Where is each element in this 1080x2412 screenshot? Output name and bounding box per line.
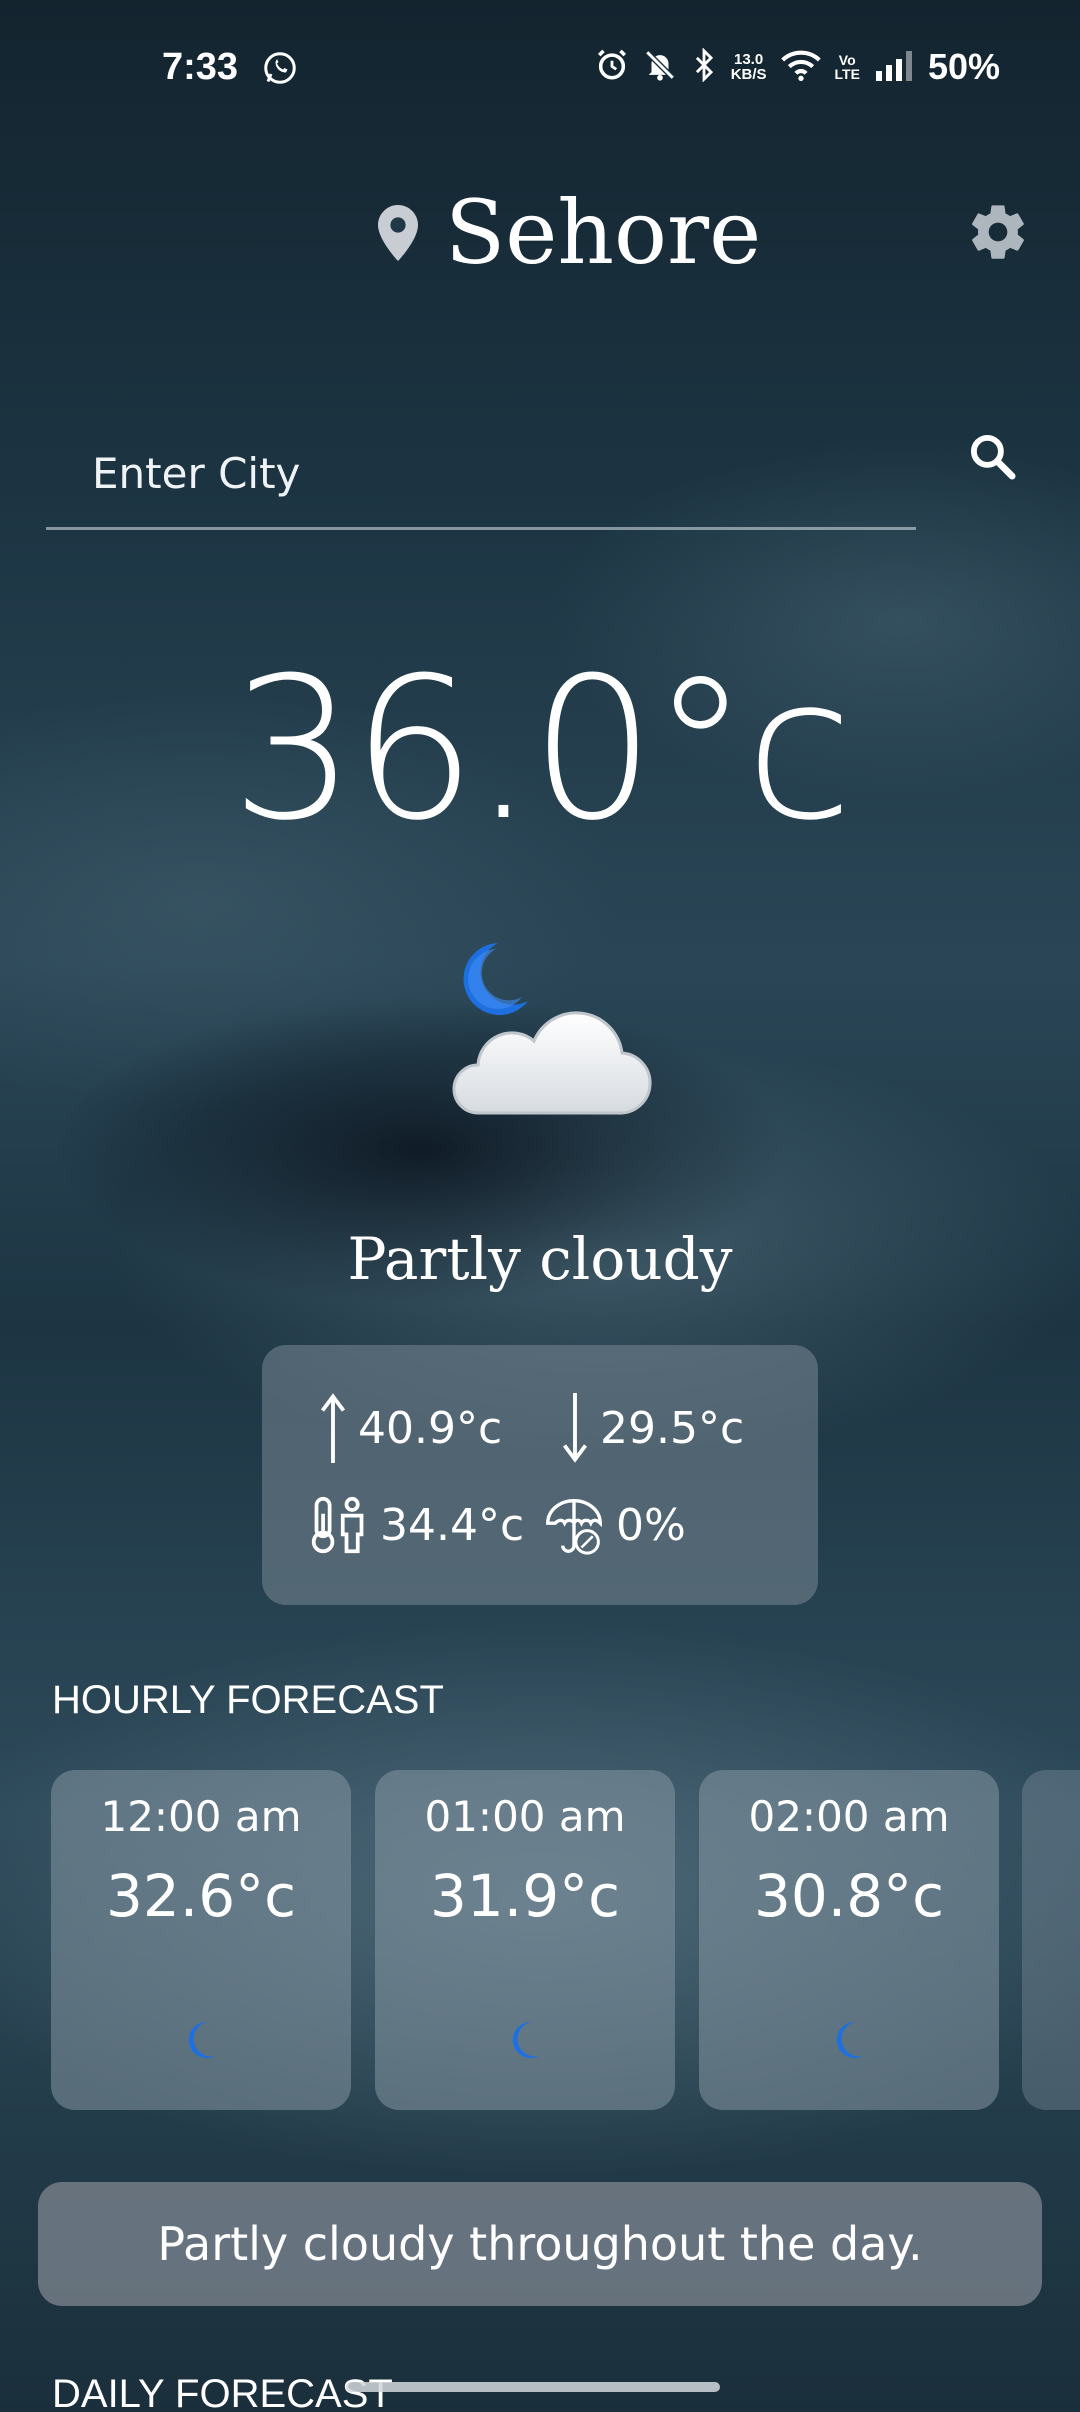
- precipitation-value: 0%: [616, 1499, 686, 1551]
- moon-icon: [836, 2021, 863, 2058]
- high-temp-value: 40.9°c: [358, 1402, 503, 1454]
- high-temp: 40.9°c: [320, 1393, 502, 1463]
- hourly-card-partial[interactable]: [1022, 1770, 1080, 2110]
- network-speed: 13.0 KB/S: [731, 52, 767, 82]
- daily-summary-banner: Partly cloudy throughout the day.: [38, 2182, 1042, 2306]
- search-button[interactable]: [966, 430, 1020, 484]
- hour-time: 02:00 am: [748, 1792, 950, 1841]
- hour-time: 01:00 am: [424, 1792, 626, 1841]
- search-icon: [970, 434, 1016, 480]
- weather-details-card: 40.9°c 29.5°c 34.4°c 0%: [262, 1345, 818, 1605]
- moon-icon: [512, 2021, 539, 2058]
- hour-temp: 30.8°c: [753, 1862, 945, 1930]
- arrow-up-icon: [320, 1393, 346, 1463]
- low-temp-value: 29.5°c: [600, 1402, 745, 1454]
- current-temperature: 36.0°c: [230, 636, 853, 864]
- volte-indicator: Vo LTE: [835, 53, 860, 81]
- alarm-icon: [595, 48, 629, 86]
- low-temp: 29.5°c: [562, 1393, 744, 1463]
- signal-icon: [874, 49, 914, 85]
- status-time: 7:33: [162, 46, 239, 88]
- feels-like: 34.4°c: [310, 1495, 524, 1555]
- home-indicator[interactable]: [346, 2382, 720, 2392]
- moon-icon: [188, 2021, 215, 2058]
- daily-forecast-title: DAILY FORECAST: [52, 2372, 393, 2412]
- settings-button[interactable]: [966, 200, 1030, 264]
- hourly-card[interactable]: 01:00 am 31.9°c: [375, 1770, 675, 2110]
- status-bar: 7:33 13.0 KB/S Vo LTE 50%: [0, 0, 1080, 140]
- status-icons: 13.0 KB/S Vo LTE 50%: [595, 46, 1000, 88]
- mute-notifications-icon: [643, 48, 677, 86]
- hourly-forecast-title: HOURLY FORECAST: [52, 1678, 444, 1722]
- hour-temp: 31.9°c: [429, 1862, 621, 1930]
- bluetooth-icon: [691, 47, 717, 86]
- arrow-down-icon: [562, 1393, 588, 1463]
- gear-icon: [972, 205, 1024, 259]
- volte-line-2: LTE: [834, 66, 860, 82]
- hourly-card[interactable]: 02:00 am 30.8°c: [699, 1770, 999, 2110]
- city-search-input[interactable]: [46, 420, 916, 530]
- battery-percent: 50%: [927, 46, 1000, 87]
- wifi-icon: [780, 48, 821, 86]
- net-speed-value: 13.0: [734, 51, 764, 68]
- hour-temp: 32.6°c: [105, 1862, 297, 1930]
- volte-line-1: Vo: [838, 52, 856, 68]
- weather-screen: 7:33 13.0 KB/S Vo LTE 50% Sehore Enter C…: [0, 0, 1080, 2412]
- precipitation-chance: 0%: [544, 1495, 686, 1555]
- city-title: Sehore: [445, 181, 762, 284]
- partly-cloudy-night-icon: [430, 935, 660, 1135]
- hourly-card[interactable]: 12:00 am 32.6°c: [51, 1770, 351, 2110]
- weather-condition: Partly cloudy: [347, 1225, 733, 1293]
- location-pin-icon: [378, 205, 418, 265]
- whatsapp-icon: [262, 50, 298, 90]
- feels-like-thermometer-icon: [311, 1496, 364, 1554]
- net-speed-unit: KB/S: [730, 66, 767, 83]
- hour-time: 12:00 am: [100, 1792, 302, 1841]
- feels-like-value: 34.4°c: [380, 1499, 525, 1551]
- umbrella-percent-icon: [546, 1498, 602, 1555]
